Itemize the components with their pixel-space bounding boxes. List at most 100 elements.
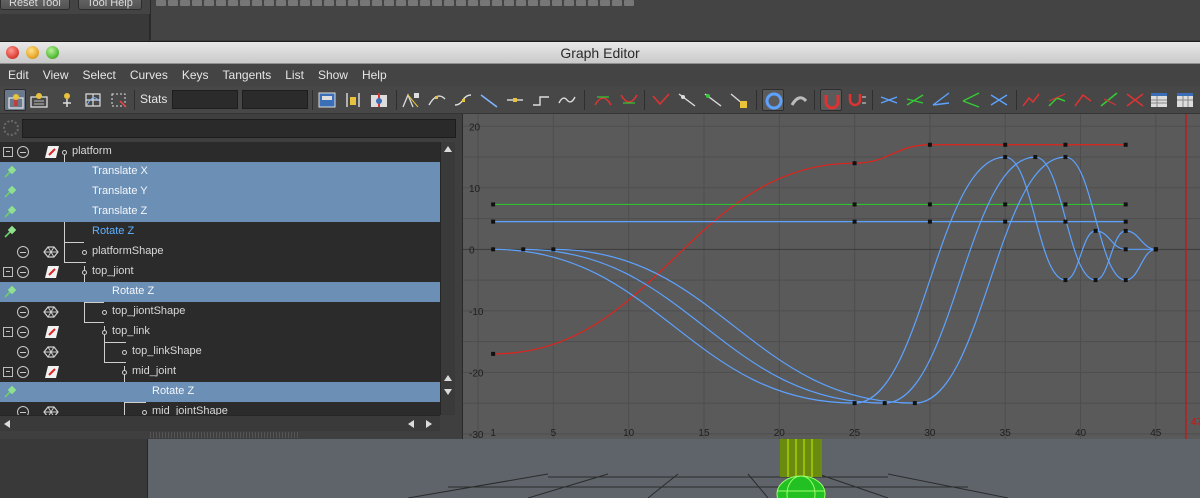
shelf-icon[interactable] bbox=[576, 0, 586, 6]
shelf-icon[interactable] bbox=[300, 0, 310, 6]
visibility-icon[interactable] bbox=[17, 306, 29, 318]
shelf-icon[interactable] bbox=[360, 0, 370, 6]
spline-tangents-icon[interactable] bbox=[426, 89, 448, 111]
outliner-row-platform-shape[interactable]: platformShape bbox=[0, 242, 440, 262]
collapse-toggle[interactable] bbox=[3, 267, 13, 277]
menu-view[interactable]: View bbox=[36, 64, 76, 86]
scroll-left-arrow-icon[interactable] bbox=[4, 420, 10, 428]
shelf-icon[interactable] bbox=[240, 0, 250, 6]
trax-editor-icon[interactable] bbox=[1174, 89, 1196, 111]
menu-curves[interactable]: Curves bbox=[123, 64, 175, 86]
lock-channel-icon[interactable] bbox=[788, 89, 810, 111]
shelf-icon[interactable] bbox=[348, 0, 358, 6]
lattice-deform-keys-icon[interactable] bbox=[82, 89, 104, 111]
lock-tangent-weight-icon[interactable] bbox=[676, 89, 698, 111]
pin-icon[interactable] bbox=[3, 165, 17, 179]
pre-infinity-cycle-icon[interactable] bbox=[1020, 89, 1042, 111]
weighted-tangents-icon[interactable] bbox=[702, 89, 724, 111]
filter-icon[interactable] bbox=[3, 120, 19, 136]
outliner-vertical-scrollbar[interactable] bbox=[440, 142, 455, 415]
shelf-icon[interactable] bbox=[624, 0, 634, 6]
stats-time-field[interactable] bbox=[172, 90, 238, 109]
shelf-icon[interactable] bbox=[336, 0, 346, 6]
insert-key-tool-icon[interactable] bbox=[28, 89, 50, 111]
visibility-icon[interactable] bbox=[17, 246, 29, 258]
menu-edit[interactable]: Edit bbox=[1, 64, 36, 86]
outliner-row-platform[interactable]: platform bbox=[0, 142, 440, 162]
shelf-icon[interactable] bbox=[180, 0, 190, 6]
shelf-icon[interactable] bbox=[384, 0, 394, 6]
outliner-row-mid-joint-shape[interactable]: mid_jointShape bbox=[0, 402, 440, 415]
outliner-row-translate-z[interactable]: Translate Z bbox=[0, 202, 440, 222]
shelf-icon[interactable] bbox=[396, 0, 406, 6]
shelf-icon[interactable] bbox=[420, 0, 430, 6]
outliner-horizontal-scrollbar[interactable] bbox=[0, 415, 440, 431]
outliner-row-mid-joint-rotate-z[interactable]: Rotate Z bbox=[0, 382, 440, 402]
dope-sheet-icon[interactable] bbox=[1148, 89, 1170, 111]
normalize-curves-icon[interactable] bbox=[878, 89, 900, 111]
menu-select[interactable]: Select bbox=[75, 64, 122, 86]
shelf-icon[interactable] bbox=[492, 0, 502, 6]
shelf-icon[interactable] bbox=[552, 0, 562, 6]
shelf-icon[interactable] bbox=[540, 0, 550, 6]
title-bar[interactable]: Graph Editor bbox=[0, 42, 1200, 64]
shelf-icon[interactable] bbox=[324, 0, 334, 6]
reset-tool-button[interactable]: Reset Tool bbox=[0, 0, 70, 10]
center-current-time-icon[interactable] bbox=[368, 89, 390, 111]
host-shelf-icons[interactable] bbox=[156, 0, 634, 6]
outliner-row-translate-y[interactable]: Translate Y bbox=[0, 182, 440, 202]
visibility-icon[interactable] bbox=[17, 146, 29, 158]
post-infinity-cycle-icon[interactable] bbox=[1072, 89, 1094, 111]
outliner-row-top-jiont[interactable]: top_jiont bbox=[0, 262, 440, 282]
break-tangents-icon[interactable] bbox=[592, 89, 614, 111]
panel-resize-grip[interactable] bbox=[150, 432, 300, 438]
pin-icon[interactable] bbox=[3, 385, 17, 399]
auto-load-refresh-icon[interactable] bbox=[762, 89, 784, 111]
frame-all-icon[interactable] bbox=[316, 89, 338, 111]
visibility-icon[interactable] bbox=[17, 266, 29, 278]
linear-tangents-icon[interactable] bbox=[478, 89, 500, 111]
outliner-row-mid-joint[interactable]: mid_joint bbox=[0, 362, 440, 382]
shelf-icon[interactable] bbox=[444, 0, 454, 6]
shelf-icon[interactable] bbox=[276, 0, 286, 6]
shelf-icon[interactable] bbox=[564, 0, 574, 6]
shelf-icon[interactable] bbox=[612, 0, 622, 6]
shelf-icon[interactable] bbox=[504, 0, 514, 6]
move-key-tool-icon[interactable] bbox=[4, 89, 26, 111]
collapse-toggle[interactable] bbox=[3, 147, 13, 157]
outliner-row-translate-x[interactable]: Translate X bbox=[0, 162, 440, 182]
shelf-icon[interactable] bbox=[600, 0, 610, 6]
absolute-view-icon[interactable] bbox=[960, 89, 982, 111]
shelf-icon[interactable] bbox=[204, 0, 214, 6]
free-tangent-weight-icon[interactable] bbox=[650, 89, 672, 111]
post-infinity-offset-icon[interactable] bbox=[1098, 89, 1120, 111]
shelf-icon[interactable] bbox=[468, 0, 478, 6]
unify-tangents-icon[interactable] bbox=[618, 89, 640, 111]
shelf-icon[interactable] bbox=[228, 0, 238, 6]
flat-tangents-icon[interactable] bbox=[504, 89, 526, 111]
scroll-up-arrow-icon[interactable] bbox=[444, 375, 452, 381]
outliner-filter-input[interactable] bbox=[22, 119, 456, 138]
menu-tangents[interactable]: Tangents bbox=[216, 64, 279, 86]
frame-playback-range-icon[interactable] bbox=[342, 89, 364, 111]
visibility-icon[interactable] bbox=[17, 406, 29, 415]
3d-viewport[interactable] bbox=[0, 439, 1200, 498]
shelf-icon[interactable] bbox=[264, 0, 274, 6]
collapse-toggle[interactable] bbox=[3, 327, 13, 337]
stacked-view-icon[interactable] bbox=[930, 89, 952, 111]
shelf-icon[interactable] bbox=[528, 0, 538, 6]
visibility-icon[interactable] bbox=[17, 366, 29, 378]
tool-help-button[interactable]: Tool Help bbox=[78, 0, 142, 10]
shelf-icon[interactable] bbox=[408, 0, 418, 6]
shelf-icon[interactable] bbox=[372, 0, 382, 6]
scroll-down-arrow-icon[interactable] bbox=[444, 389, 452, 395]
menu-list[interactable]: List bbox=[278, 64, 311, 86]
scroll-up-arrow-icon[interactable] bbox=[444, 146, 452, 152]
shelf-icon[interactable] bbox=[156, 0, 166, 6]
shelf-icon[interactable] bbox=[588, 0, 598, 6]
pin-icon[interactable] bbox=[3, 285, 17, 299]
shelf-icon[interactable] bbox=[456, 0, 466, 6]
shelf-icon[interactable] bbox=[168, 0, 178, 6]
scroll-right-arrow-icon[interactable] bbox=[426, 420, 432, 428]
shelf-icon[interactable] bbox=[192, 0, 202, 6]
